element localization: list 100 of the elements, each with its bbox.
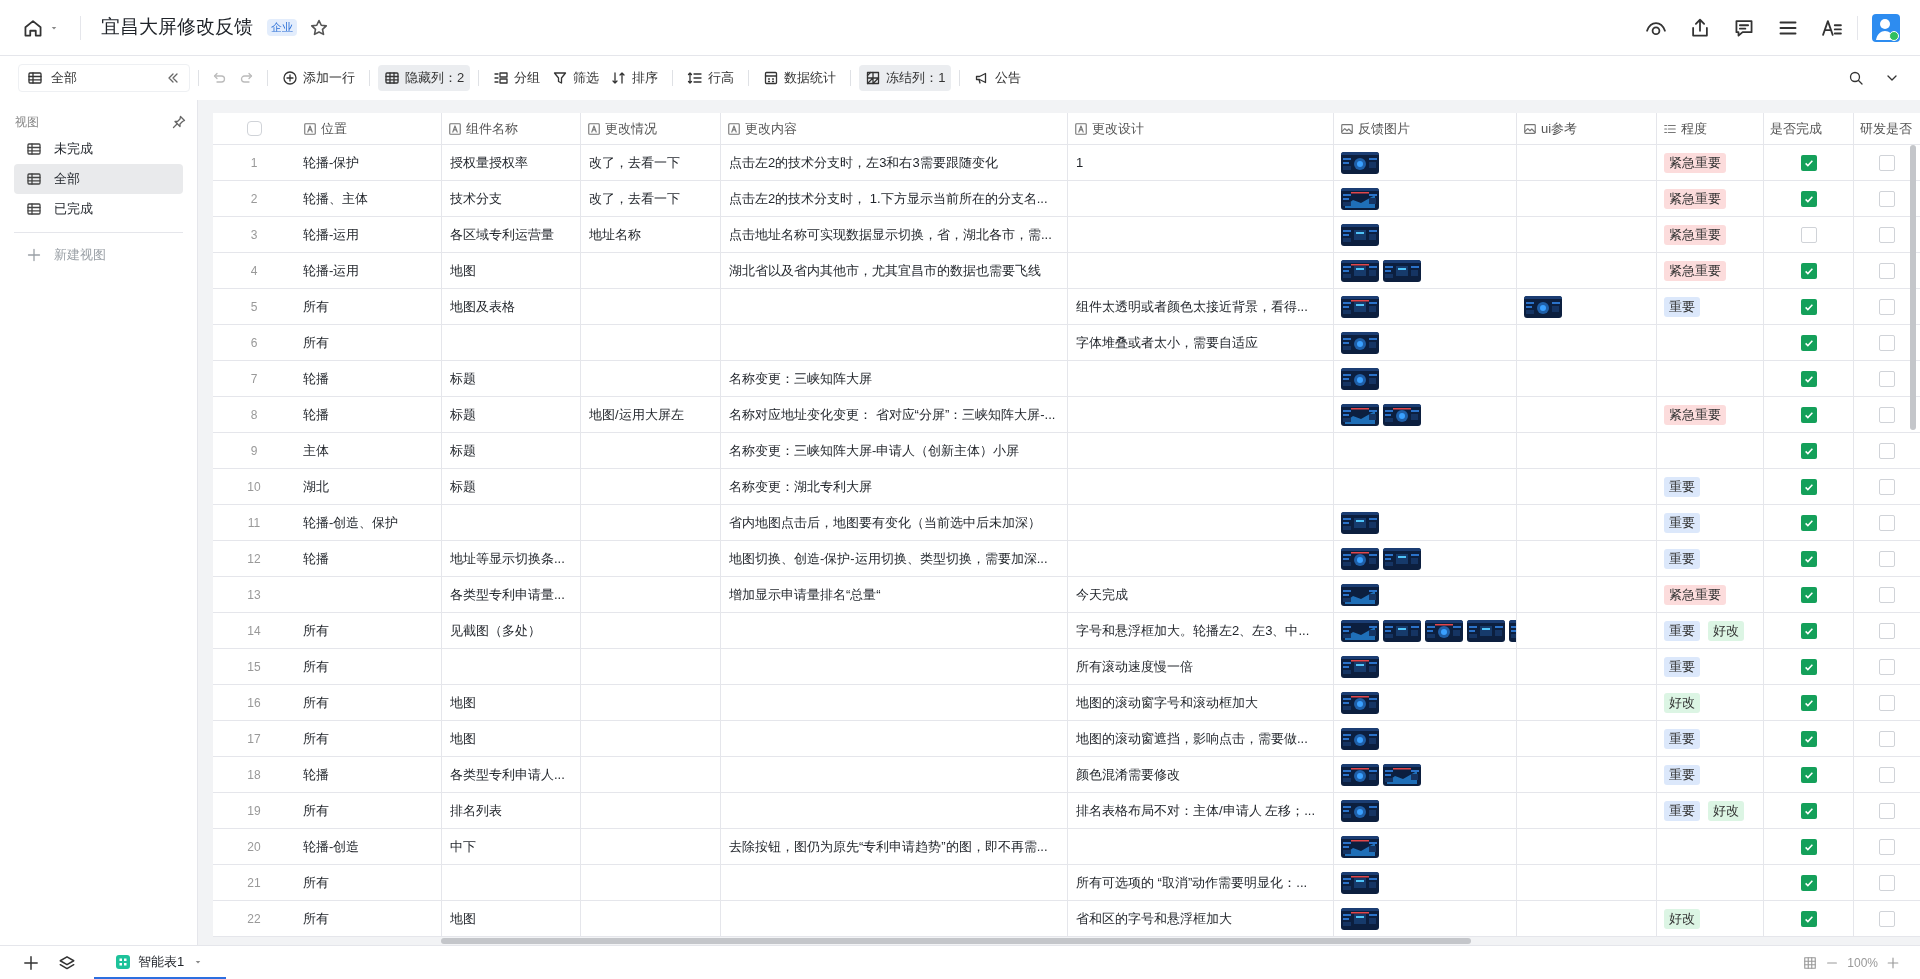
add-row-button[interactable]: 添加一行 — [276, 65, 361, 91]
checkbox[interactable] — [1878, 298, 1895, 315]
statistics-button[interactable]: 数据统计 — [757, 65, 843, 91]
table-cell-text: 字号和悬浮框加大。轮播左2、左3、中... — [1076, 621, 1310, 640]
checkbox[interactable] — [1878, 586, 1895, 603]
layers-icon[interactable] — [58, 953, 76, 972]
checkbox[interactable] — [1878, 406, 1895, 423]
priority-tag: 紧急重要 — [1664, 152, 1726, 173]
column-header[interactable]: 更改设计 — [1092, 118, 1144, 139]
checkbox[interactable] — [1800, 910, 1817, 927]
column-header[interactable]: ui参考 — [1541, 118, 1578, 139]
table-cell-text: 授权量授权率 — [450, 153, 528, 172]
checkbox[interactable] — [1878, 874, 1895, 891]
checkbox[interactable] — [1800, 550, 1817, 567]
horizontal-scrollbar[interactable] — [441, 938, 1471, 944]
sheet-tab[interactable]: 智能表1 — [94, 946, 227, 979]
priority-tag: 紧急重要 — [1664, 404, 1726, 425]
table-cell-text: 改了，去看一下 — [589, 153, 680, 172]
freeze-columns-button[interactable]: 冻结列：1 — [859, 65, 952, 91]
row-number: 4 — [250, 262, 258, 280]
checkbox[interactable] — [1800, 514, 1817, 531]
view-item[interactable]: 已完成 — [14, 194, 183, 224]
column-header[interactable]: 反馈图片 — [1358, 118, 1410, 139]
checkbox[interactable] — [1878, 154, 1895, 171]
avatar-icon[interactable] — [1872, 13, 1900, 42]
checkbox[interactable] — [1800, 154, 1817, 171]
checkbox[interactable] — [1878, 730, 1895, 747]
checkbox[interactable] — [1878, 802, 1895, 819]
checkbox[interactable] — [1800, 190, 1817, 207]
checkbox[interactable] — [1878, 514, 1895, 531]
share-icon[interactable] — [1689, 16, 1711, 39]
checkbox[interactable] — [1800, 370, 1817, 387]
row-height-button[interactable]: 行高 — [681, 65, 741, 91]
checkbox[interactable] — [1878, 910, 1895, 927]
checkbox[interactable] — [1800, 298, 1817, 315]
checkbox[interactable] — [1878, 694, 1895, 711]
checkbox[interactable] — [1878, 766, 1895, 783]
view-item[interactable]: 全部 — [14, 164, 183, 194]
vertical-scrollbar[interactable] — [1910, 145, 1916, 430]
column-header[interactable]: 更改内容 — [745, 118, 797, 139]
grid-icon[interactable] — [1803, 955, 1818, 970]
checkbox[interactable] — [1878, 550, 1895, 567]
search-icon[interactable] — [1848, 70, 1864, 86]
checkbox[interactable] — [1800, 478, 1817, 495]
checkbox[interactable] — [1878, 334, 1895, 351]
checkbox[interactable] — [1800, 838, 1817, 855]
checkbox[interactable] — [1800, 226, 1817, 243]
image-icon — [1340, 121, 1354, 136]
table-cell-text: 1 — [1076, 153, 1084, 172]
row-number: 5 — [250, 298, 258, 316]
checkbox[interactable] — [1800, 622, 1817, 639]
checkbox[interactable] — [1800, 406, 1817, 423]
table-cell-text: 各类型专利申请人... — [450, 765, 565, 784]
select-all-checkbox[interactable] — [246, 121, 262, 136]
checkbox[interactable] — [1800, 802, 1817, 819]
checkbox[interactable] — [1878, 658, 1895, 675]
sort-button[interactable]: 排序 — [605, 65, 665, 91]
checkbox[interactable] — [1800, 586, 1817, 603]
column-header[interactable]: 组件名称 — [466, 118, 518, 139]
table-cell-text: 地图 — [450, 693, 476, 712]
plus-icon[interactable] — [22, 953, 40, 972]
priority-tag: 重要 — [1664, 728, 1700, 749]
row-number: 18 — [247, 766, 261, 784]
checkbox[interactable] — [1878, 226, 1895, 243]
table-cell-text: 名称变更：三峡知阵大屏 — [729, 369, 872, 388]
checkbox[interactable] — [1878, 442, 1895, 459]
view-selector[interactable]: 全部 — [18, 64, 190, 92]
checkbox[interactable] — [1800, 730, 1817, 747]
checkbox[interactable] — [1878, 370, 1895, 387]
checkbox[interactable] — [1878, 478, 1895, 495]
redo-icon[interactable] — [239, 70, 255, 86]
star-icon[interactable] — [309, 17, 329, 38]
table-cell-text: 中下 — [450, 837, 476, 856]
pin-icon[interactable] — [171, 114, 187, 130]
column-header[interactable]: 是否完成 — [1770, 118, 1822, 139]
checkbox[interactable] — [1800, 262, 1817, 279]
filter-button[interactable]: 筛选 — [546, 65, 606, 91]
undo-icon[interactable] — [211, 70, 227, 86]
column-header[interactable]: 位置 — [321, 118, 347, 139]
announcement-button[interactable]: 公告 — [968, 65, 1028, 91]
checkbox[interactable] — [1800, 694, 1817, 711]
checkbox[interactable] — [1878, 190, 1895, 207]
checkbox[interactable] — [1800, 334, 1817, 351]
checkbox[interactable] — [1878, 622, 1895, 639]
checkbox[interactable] — [1878, 838, 1895, 855]
hide-columns-button[interactable]: 隐藏列：2 — [378, 65, 471, 91]
checkbox[interactable] — [1878, 262, 1895, 279]
column-header[interactable]: 更改情况 — [605, 118, 657, 139]
table-cell-text: 地址名称 — [589, 225, 641, 244]
checkbox[interactable] — [1800, 874, 1817, 891]
table-cell-text: 地图切换、创造-保护-运用切换、类型切换，需要加深... — [729, 549, 1048, 568]
checkbox[interactable] — [1800, 766, 1817, 783]
columns-icon — [384, 70, 400, 86]
checkbox[interactable] — [1800, 658, 1817, 675]
checkbox[interactable] — [1800, 442, 1817, 459]
column-header[interactable]: 研发是否 — [1860, 118, 1912, 139]
view-item[interactable]: 未完成 — [14, 134, 183, 164]
group-button[interactable]: 分组 — [487, 65, 547, 91]
column-header[interactable]: 程度 — [1681, 118, 1707, 139]
table-cell-text: 标题 — [450, 441, 476, 460]
